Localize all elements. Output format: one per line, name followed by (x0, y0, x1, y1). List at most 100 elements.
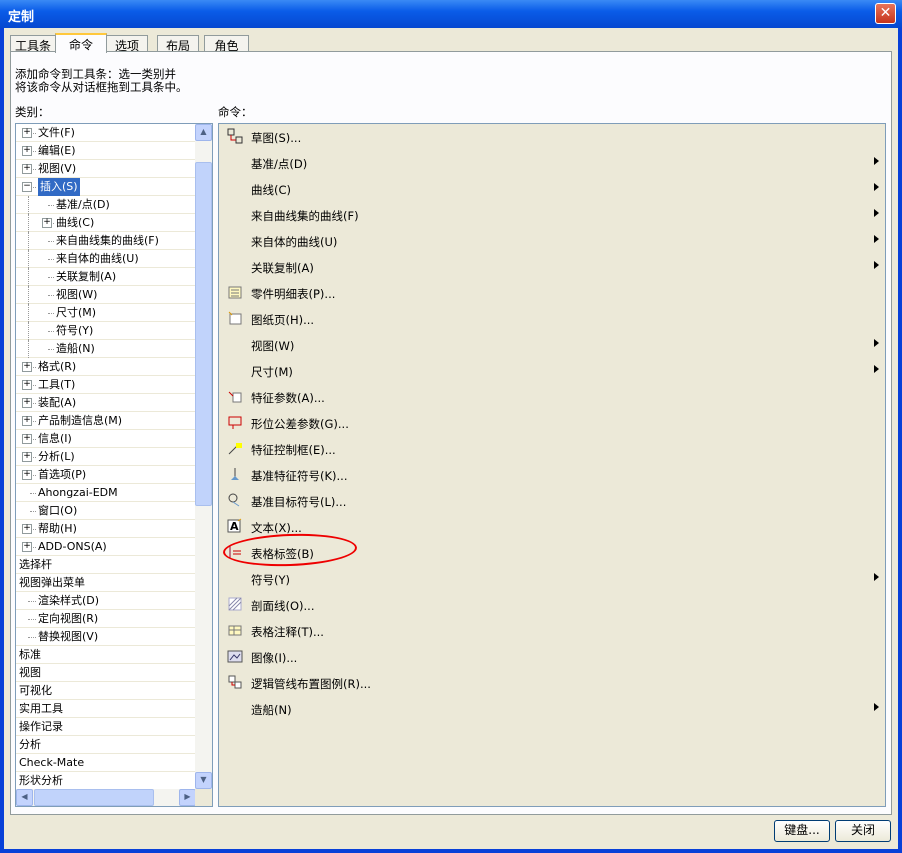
category-item[interactable]: + 编辑(E) (16, 142, 196, 160)
category-item[interactable]: 视图(W) (16, 286, 196, 304)
title-bar[interactable]: 定制 ✕ (0, 0, 902, 28)
category-item[interactable]: 渲染样式(D) (16, 592, 196, 610)
category-item[interactable]: 基准/点(D) (16, 196, 196, 214)
category-item[interactable]: Ahongzai-EDM (16, 484, 196, 502)
category-item[interactable]: + 格式(R) (16, 358, 196, 376)
command-label-text: 来自曲线集的曲线(F) (251, 209, 359, 223)
command-item[interactable]: 形位公差参数(G)... (219, 410, 885, 436)
command-item[interactable]: 基准/点(D) (219, 150, 885, 176)
category-item[interactable]: 标准 (16, 646, 196, 664)
category-item[interactable]: 来自体的曲线(U) (16, 250, 196, 268)
command-item[interactable]: 剖面线(O)... (219, 592, 885, 618)
tab-commands[interactable]: 命令 (55, 33, 107, 53)
expand-icon[interactable]: + (22, 416, 32, 426)
expand-icon[interactable]: + (22, 380, 32, 390)
category-item[interactable]: 视图 (16, 664, 196, 682)
scroll-up-button[interactable]: ▲ (195, 124, 212, 141)
category-item[interactable]: 造船(N) (16, 340, 196, 358)
command-item[interactable]: 零件明细表(P)... (219, 280, 885, 306)
tab-options[interactable]: 选项 (106, 35, 148, 53)
category-item[interactable]: 关联复制(A) (16, 268, 196, 286)
command-item[interactable]: 尺寸(M) (219, 358, 885, 384)
scroll-thumb[interactable] (195, 162, 212, 506)
command-item[interactable]: 视图(W) (219, 332, 885, 358)
routing-legend-icon (227, 674, 243, 690)
command-item[interactable]: 图纸页(H)... (219, 306, 885, 332)
close-window-button[interactable]: ✕ (875, 3, 896, 24)
category-item[interactable]: 分析 (16, 736, 196, 754)
category-item[interactable]: + 信息(I) (16, 430, 196, 448)
category-item[interactable]: Check-Mate (16, 754, 196, 772)
command-item[interactable]: 特征控制框(E)... (219, 436, 885, 462)
horizontal-scroll-thumb[interactable] (34, 789, 154, 806)
category-label-text: 标准 (19, 648, 41, 661)
tree-connector (48, 259, 54, 260)
tab-roles[interactable]: 角色 (204, 35, 249, 53)
tab-layout[interactable]: 布局 (157, 35, 199, 53)
expand-icon[interactable]: + (22, 470, 32, 480)
command-item[interactable]: 来自曲线集的曲线(F) (219, 202, 885, 228)
category-item[interactable]: 选择杆 (16, 556, 196, 574)
close-button[interactable]: 关闭 (835, 820, 891, 842)
command-item[interactable]: 基准目标符号(L)... (219, 488, 885, 514)
scroll-down-button[interactable]: ▼ (195, 772, 212, 789)
category-tree[interactable]: + 文件(F) + 编辑(E) + 视图(V) − 插入(S) 基准/点(D) + 曲线(C) 来自曲… (15, 123, 213, 807)
command-list[interactable]: 草图(S)... 基准/点(D) 曲线(C) 来自曲线集的曲线(F) 来自体的曲线(U)… (218, 123, 886, 807)
command-item[interactable]: 来自体的曲线(U) (219, 228, 885, 254)
tab-toolbars[interactable]: 工具条 (10, 35, 56, 53)
category-item[interactable]: + 首选项(P) (16, 466, 196, 484)
expand-icon[interactable]: + (22, 164, 32, 174)
expand-icon[interactable]: + (22, 146, 32, 156)
category-item[interactable]: + 分析(L) (16, 448, 196, 466)
category-item[interactable]: 可视化 (16, 682, 196, 700)
command-item[interactable]: 造船(N) (219, 696, 885, 722)
category-item[interactable]: 形状分析 (16, 772, 196, 790)
category-horizontal-scrollbar[interactable]: ◀ ▶ (16, 789, 196, 806)
category-item[interactable]: 替换视图(V) (16, 628, 196, 646)
expand-icon[interactable]: + (22, 434, 32, 444)
category-item[interactable]: 窗口(O) (16, 502, 196, 520)
keyboard-button[interactable]: 键盘... (774, 820, 830, 842)
expand-icon[interactable]: + (22, 524, 32, 534)
window-title: 定制 (8, 10, 35, 25)
category-item[interactable]: 符号(Y) (16, 322, 196, 340)
category-item[interactable]: + 帮助(H) (16, 520, 196, 538)
command-item[interactable]: 符号(Y) (219, 566, 885, 592)
command-item[interactable]: 图像(I)... (219, 644, 885, 670)
category-vertical-scrollbar[interactable]: ▲ ▼ (195, 124, 212, 789)
expand-icon[interactable]: + (22, 398, 32, 408)
command-item[interactable]: 表格注释(T)... (219, 618, 885, 644)
expand-icon[interactable]: + (22, 128, 32, 138)
expand-icon[interactable]: + (22, 362, 32, 372)
expand-icon[interactable]: + (22, 542, 32, 552)
category-item[interactable]: + 视图(V) (16, 160, 196, 178)
category-item[interactable]: 视图弹出菜单 (16, 574, 196, 592)
category-item[interactable]: − 插入(S) (16, 178, 196, 196)
category-item[interactable]: + 曲线(C) (16, 214, 196, 232)
command-item[interactable]: 逻辑管线布置图例(R)... (219, 670, 885, 696)
command-item[interactable]: 草图(S)... (219, 124, 885, 150)
scroll-right-button[interactable]: ▶ (179, 789, 196, 806)
category-item[interactable]: + 装配(A) (16, 394, 196, 412)
command-item[interactable]: 曲线(C) (219, 176, 885, 202)
tree-connector (28, 322, 29, 340)
expand-icon[interactable]: + (22, 452, 32, 462)
category-label-text: 实用工具 (19, 702, 63, 715)
category-item[interactable]: + 文件(F) (16, 124, 196, 142)
category-label-text: 造船(N) (56, 342, 95, 355)
category-item[interactable]: 来自曲线集的曲线(F) (16, 232, 196, 250)
category-item[interactable]: 定向视图(R) (16, 610, 196, 628)
scroll-left-button[interactable]: ◀ (16, 789, 33, 806)
tree-connector (28, 601, 36, 602)
category-item[interactable]: + 工具(T) (16, 376, 196, 394)
category-item[interactable]: 操作记录 (16, 718, 196, 736)
category-item[interactable]: 尺寸(M) (16, 304, 196, 322)
command-item[interactable]: 关联复制(A) (219, 254, 885, 280)
command-item[interactable]: 特征参数(A)... (219, 384, 885, 410)
category-item[interactable]: 实用工具 (16, 700, 196, 718)
category-item[interactable]: + 产品制造信息(M) (16, 412, 196, 430)
command-item[interactable]: 基准特征符号(K)... (219, 462, 885, 488)
category-item[interactable]: + ADD-ONS(A) (16, 538, 196, 556)
collapse-icon[interactable]: − (22, 182, 32, 192)
expand-icon[interactable]: + (42, 218, 52, 228)
